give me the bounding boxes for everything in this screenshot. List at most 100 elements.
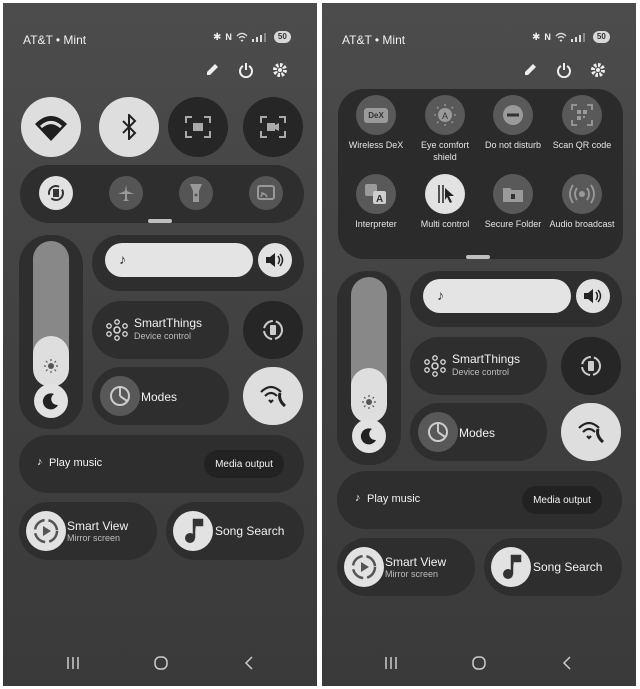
- wireless-dex-toggle[interactable]: DeX: [356, 95, 396, 135]
- power-button[interactable]: [552, 58, 576, 82]
- music-note-small-icon: ♪: [355, 492, 361, 504]
- carrier-label: AT&T • Mint: [23, 33, 87, 47]
- dark-mode-toggle[interactable]: [34, 384, 68, 418]
- gear-icon: [591, 63, 605, 77]
- song-search-icon-wrap: [173, 511, 213, 551]
- navigation-bar: [322, 652, 636, 676]
- battery-indicator: 50: [273, 31, 291, 43]
- dnd-toggle[interactable]: [493, 95, 533, 135]
- eye-comfort-label: Eye comfort shield: [420, 140, 469, 162]
- carrier-label: AT&T • Mint: [342, 33, 406, 47]
- song-search-icon: [185, 518, 204, 543]
- back-icon[interactable]: [244, 656, 254, 670]
- moon-icon: [360, 428, 376, 445]
- dark-mode-toggle[interactable]: [352, 419, 386, 453]
- cast-toggle[interactable]: [249, 176, 283, 210]
- wifi-calling-toggle[interactable]: [243, 367, 303, 425]
- smart-view-title: Smart View: [67, 519, 129, 533]
- flashlight-icon: [190, 184, 202, 202]
- rotation-lock-toggle[interactable]: [561, 337, 621, 395]
- audio-broadcast-icon: [569, 184, 595, 204]
- collapse-handle[interactable]: [466, 255, 490, 259]
- screen-capture-toggle[interactable]: [168, 97, 228, 157]
- interpreter-icon: A: [365, 184, 386, 205]
- eye-comfort-toggle[interactable]: A: [425, 95, 465, 135]
- brightness-slider[interactable]: [33, 241, 69, 387]
- screen-recorder-toggle[interactable]: [243, 97, 303, 157]
- nfc-status-icon: N: [544, 32, 551, 42]
- media-output-button[interactable]: Media output: [522, 486, 602, 514]
- smartthings-subtitle: Device control: [452, 367, 510, 377]
- cast-icon: [257, 185, 275, 200]
- smartthings-title: SmartThings: [134, 316, 203, 330]
- music-note-icon: ♪: [437, 287, 444, 303]
- rotation-lock-icon: [263, 320, 283, 340]
- status-icons: ✱ N 50: [213, 30, 291, 44]
- song-search-icon: [503, 554, 522, 579]
- modes-icon-wrap: [418, 412, 458, 452]
- edit-button[interactable]: [518, 58, 542, 82]
- smartthings-title: SmartThings: [452, 352, 521, 366]
- rotation-lock-toggle[interactable]: [243, 301, 303, 359]
- secure-folder-label: Secure Folder: [484, 219, 542, 229]
- settings-button[interactable]: [586, 58, 610, 82]
- secure-folder-toggle[interactable]: [493, 174, 533, 214]
- music-note-small-icon: ♪: [37, 456, 43, 468]
- smartthings-icon: [424, 355, 446, 377]
- nfc-status-icon: N: [225, 32, 232, 42]
- rotation-lock-icon: [581, 356, 601, 376]
- volume-button[interactable]: [258, 243, 292, 277]
- scan-qr-toggle[interactable]: [562, 95, 602, 135]
- volume-icon: [266, 253, 284, 267]
- recents-icon[interactable]: [66, 656, 80, 670]
- edit-button[interactable]: [200, 58, 224, 82]
- home-icon[interactable]: [154, 656, 168, 670]
- screen-record-icon: [260, 116, 286, 138]
- power-button[interactable]: [234, 58, 258, 82]
- media-title: Play music: [49, 457, 103, 469]
- volume-slider[interactable]: ♪: [423, 279, 571, 313]
- modes-icon: [110, 386, 130, 406]
- modes-icon-wrap: [100, 376, 140, 416]
- wifi-status-icon: [555, 32, 567, 42]
- signal-icon: [570, 33, 585, 42]
- interpreter-label: Interpreter: [355, 219, 397, 229]
- eye-comfort-icon: A: [434, 104, 456, 126]
- volume-slider[interactable]: ♪: [105, 243, 253, 277]
- smart-view-subtitle: Mirror screen: [67, 533, 121, 543]
- auto-rotate-toggle[interactable]: [39, 176, 73, 210]
- quick-panel-left: AT&T • Mint ✱ N 50 ♪ SmartThings Device …: [3, 3, 317, 686]
- audio-broadcast-toggle[interactable]: [562, 174, 602, 214]
- bluetooth-status-icon: ✱: [532, 31, 541, 43]
- wifi-icon: [35, 116, 67, 141]
- smart-view-icon: [351, 554, 377, 580]
- bluetooth-status-icon: ✱: [213, 31, 222, 43]
- multi-control-toggle[interactable]: [425, 174, 465, 214]
- smart-view-subtitle: Mirror screen: [385, 569, 439, 579]
- gear-icon: [273, 63, 287, 77]
- airplane-toggle[interactable]: [109, 176, 143, 210]
- recents-icon[interactable]: [384, 656, 398, 670]
- smartthings-subtitle: Device control: [134, 331, 192, 341]
- wifi-calling-toggle[interactable]: [561, 403, 621, 461]
- multi-control-label: Multi control: [420, 219, 470, 229]
- svg-text:A: A: [376, 194, 383, 205]
- sun-icon: [362, 395, 376, 409]
- song-search-icon-wrap: [491, 547, 531, 587]
- wifi-toggle[interactable]: [21, 97, 81, 157]
- volume-button[interactable]: [576, 279, 610, 313]
- settings-button[interactable]: [268, 58, 292, 82]
- brightness-slider[interactable]: [351, 277, 387, 423]
- interpreter-toggle[interactable]: A: [356, 174, 396, 214]
- secure-folder-icon: [503, 188, 523, 202]
- svg-text:A: A: [442, 111, 448, 121]
- media-output-button[interactable]: Media output: [204, 450, 284, 478]
- qr-code-icon: [571, 104, 593, 126]
- wifi-status-icon: [236, 32, 248, 42]
- wifi-calling-icon: [260, 385, 287, 408]
- back-icon[interactable]: [562, 656, 572, 670]
- bluetooth-toggle[interactable]: [99, 97, 159, 157]
- home-icon[interactable]: [472, 656, 486, 670]
- expand-handle[interactable]: [148, 219, 172, 223]
- flashlight-toggle[interactable]: [179, 176, 213, 210]
